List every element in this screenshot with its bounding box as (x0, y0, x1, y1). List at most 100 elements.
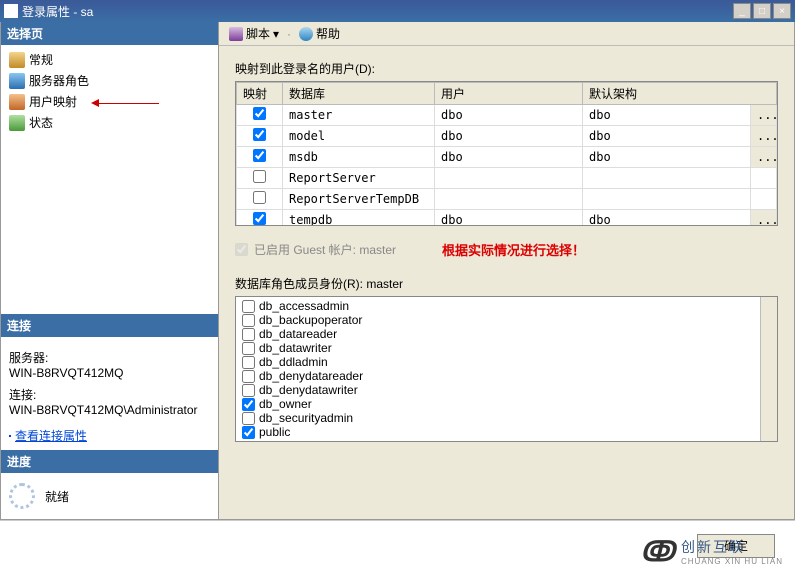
role-item[interactable]: db_denydatareader (238, 369, 775, 383)
role-checkbox[interactable] (242, 426, 255, 439)
role-checkbox[interactable] (242, 384, 255, 397)
role-checkbox[interactable] (242, 328, 255, 341)
row-map-checkbox[interactable] (253, 128, 266, 141)
roles-label: 数据库角色成员身份(R): master (235, 275, 778, 292)
role-name: db_datawriter (259, 341, 332, 355)
link-icon (9, 435, 11, 437)
col-schema[interactable]: 默认架构 (583, 83, 777, 105)
branding-overlay: ↂ 创新互联 CHUANG XIN HU LIAN (640, 535, 783, 568)
table-row[interactable]: ReportServer (237, 168, 777, 189)
role-item[interactable]: db_owner (238, 397, 775, 411)
annotation-arrow (91, 94, 159, 110)
role-item[interactable]: db_datareader (238, 327, 775, 341)
sidebar-item-label: 服务器角色 (29, 72, 89, 89)
row-schema: dbo (583, 210, 751, 227)
toolbar-separator: · (287, 27, 291, 41)
table-row[interactable]: modeldbodbo... (237, 126, 777, 147)
table-row[interactable]: msdbdbodbo... (237, 147, 777, 168)
row-map-checkbox[interactable] (253, 191, 266, 204)
role-name: db_owner (259, 397, 312, 411)
conn-label: 连接: (9, 386, 210, 403)
row-schema-browse-button[interactable]: ... (750, 210, 776, 227)
sidebar-item-general[interactable]: 常规 (1, 49, 218, 70)
row-user: dbo (435, 105, 583, 126)
row-user (435, 189, 583, 210)
branding-name: 创新互联 (681, 539, 745, 555)
role-item[interactable]: db_accessadmin (238, 299, 775, 313)
row-map-checkbox[interactable] (253, 170, 266, 183)
role-item[interactable]: db_ddladmin (238, 355, 775, 369)
row-db: master (283, 105, 435, 126)
role-checkbox[interactable] (242, 412, 255, 425)
script-button[interactable]: 脚本 ▾ (225, 24, 283, 43)
branding-sub: CHUANG XIN HU LIAN (681, 557, 783, 566)
col-db[interactable]: 数据库 (283, 83, 435, 105)
titlebar: 登录属性 - sa _ □ × (0, 0, 795, 22)
row-schema (583, 189, 751, 210)
sidebar-item-status[interactable]: 状态 (1, 112, 218, 133)
guest-row: 已启用 Guest 帐户: master 根据实际情况进行选择！ (235, 240, 778, 259)
help-label: 帮助 (316, 25, 340, 42)
help-button[interactable]: 帮助 (295, 24, 344, 43)
role-item[interactable]: db_securityadmin (238, 411, 775, 425)
script-icon (229, 27, 243, 41)
progress-status: 就绪 (45, 488, 69, 505)
role-item[interactable]: db_datawriter (238, 341, 775, 355)
table-row[interactable]: ReportServerTempDB (237, 189, 777, 210)
role-checkbox[interactable] (242, 300, 255, 313)
sidebar-item-label: 常规 (29, 51, 53, 68)
row-schema-browse-button[interactable]: ... (750, 105, 776, 126)
sidebar-item-label: 状态 (29, 114, 53, 131)
col-map[interactable]: 映射 (237, 83, 283, 105)
row-schema-browse-button[interactable]: ... (750, 126, 776, 147)
role-name: public (259, 425, 290, 439)
role-name: db_securityadmin (259, 411, 353, 425)
row-schema: dbo (583, 147, 751, 168)
role-item[interactable]: db_backupoperator (238, 313, 775, 327)
role-checkbox[interactable] (242, 314, 255, 327)
mapping-label: 映射到此登录名的用户(D): (235, 60, 778, 77)
sidebar-item-server-roles[interactable]: 服务器角色 (1, 70, 218, 91)
sidebar-item-user-mapping[interactable]: 用户映射 (1, 91, 218, 112)
left-pane: 选择页 常规 服务器角色 用户映射 状态 连接 服务器: (1, 22, 219, 519)
row-db: msdb (283, 147, 435, 168)
roles-listbox[interactable]: db_accessadmindb_backupoperatordb_datare… (235, 296, 778, 442)
row-db: ReportServerTempDB (283, 189, 435, 210)
table-row[interactable]: masterdbodbo... (237, 105, 777, 126)
role-item[interactable]: public (238, 425, 775, 439)
role-name: db_denydatawriter (259, 383, 358, 397)
grid-header-row: 映射 数据库 用户 默认架构 (237, 83, 777, 105)
role-checkbox[interactable] (242, 370, 255, 383)
role-checkbox[interactable] (242, 356, 255, 369)
row-map-checkbox[interactable] (253, 212, 266, 225)
right-pane: 脚本 ▾ · 帮助 映射到此登录名的用户(D): 映射 数据库 用户 (219, 22, 794, 519)
col-user[interactable]: 用户 (435, 83, 583, 105)
role-checkbox[interactable] (242, 342, 255, 355)
row-user: dbo (435, 126, 583, 147)
role-name: db_datareader (259, 327, 337, 341)
maximize-button[interactable]: □ (753, 3, 771, 19)
progress-section: 就绪 (1, 473, 218, 519)
row-map-checkbox[interactable] (253, 107, 266, 120)
progress-spinner-icon (9, 483, 35, 509)
view-connection-properties-link[interactable]: 查看连接属性 (9, 427, 210, 444)
row-map-checkbox[interactable] (253, 149, 266, 162)
link-text: 查看连接属性 (15, 427, 87, 444)
window-title: 登录属性 - sa (22, 3, 733, 20)
server-label: 服务器: (9, 349, 210, 366)
table-row[interactable]: tempdbdbodbo... (237, 210, 777, 227)
close-button[interactable]: × (773, 3, 791, 19)
select-page-header: 选择页 (1, 22, 218, 45)
row-db: tempdb (283, 210, 435, 227)
row-db: ReportServer (283, 168, 435, 189)
row-db: model (283, 126, 435, 147)
row-schema-browse-button[interactable]: ... (750, 147, 776, 168)
role-name: db_accessadmin (259, 299, 349, 313)
role-checkbox[interactable] (242, 398, 255, 411)
content-area: 选择页 常规 服务器角色 用户映射 状态 连接 服务器: (0, 22, 795, 520)
help-icon (299, 27, 313, 41)
minimize-button[interactable]: _ (733, 3, 751, 19)
role-name: db_denydatareader (259, 369, 363, 383)
row-schema-empty (750, 189, 776, 210)
role-item[interactable]: db_denydatawriter (238, 383, 775, 397)
